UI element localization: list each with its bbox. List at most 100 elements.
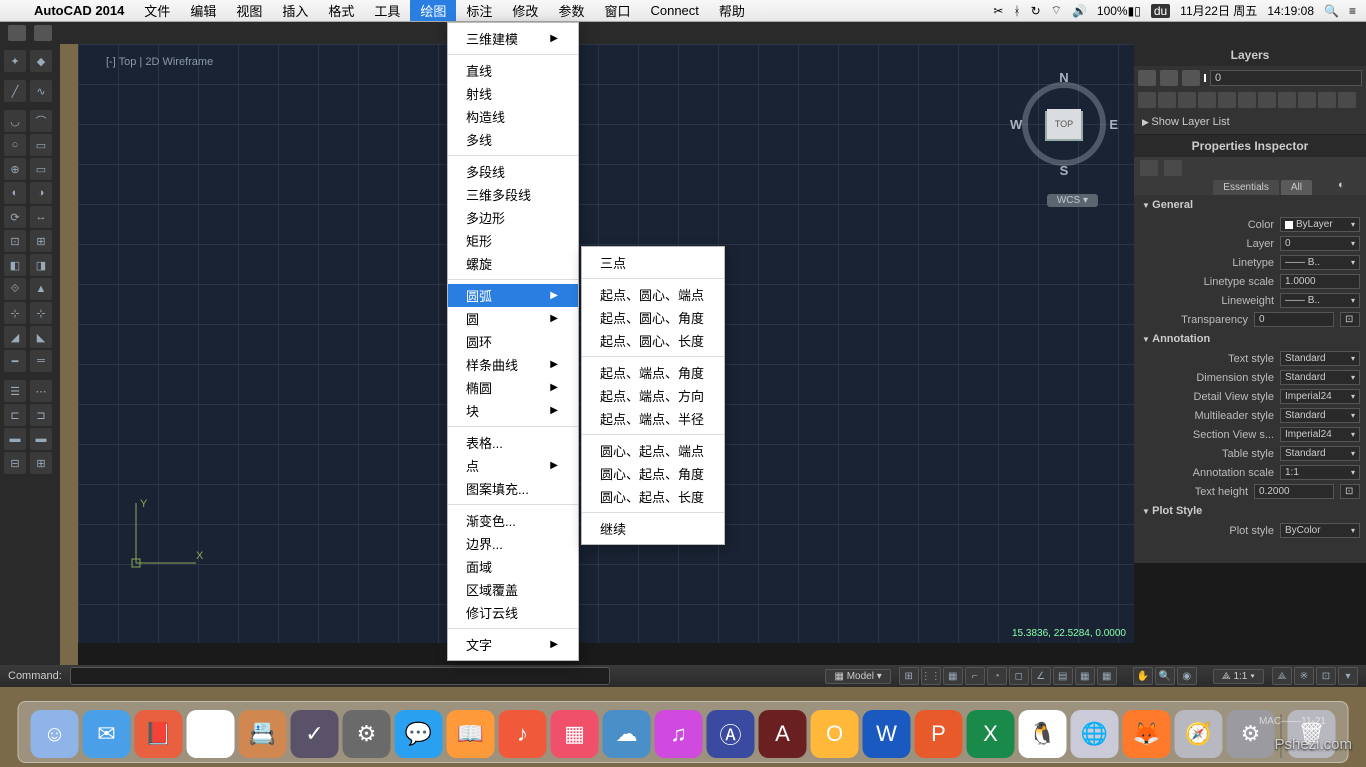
menu-格式[interactable]: 格式 <box>318 0 364 21</box>
menu-item[interactable]: 椭圆▶ <box>448 376 578 399</box>
tool-button[interactable]: ↔ <box>30 206 52 228</box>
menu-item[interactable]: 螺旋 <box>448 252 578 275</box>
layer-current-input[interactable] <box>1210 70 1362 86</box>
status-button[interactable]: ⌐ <box>965 667 985 685</box>
dock-app[interactable]: 📕 <box>135 710 183 758</box>
tool-button[interactable]: ⊹ <box>30 302 52 324</box>
dock-app[interactable]: 22 <box>187 710 235 758</box>
viewcube-south[interactable]: S <box>1060 163 1069 178</box>
zoom-button[interactable]: 🔍 <box>1155 667 1175 685</box>
section-annotation[interactable]: Annotation <box>1134 329 1366 349</box>
status-button[interactable]: ◻ <box>1009 667 1029 685</box>
dock-app[interactable]: 📖 <box>447 710 495 758</box>
dock-app[interactable]: 💬 <box>395 710 443 758</box>
tool-button[interactable]: ▬ <box>30 428 52 450</box>
menu-工具[interactable]: 工具 <box>364 0 410 21</box>
dock-app[interactable]: X <box>967 710 1015 758</box>
menu-item[interactable]: 起点、端点、角度 <box>582 361 724 384</box>
dock-app[interactable]: 🧭 <box>1175 710 1223 758</box>
tool-button[interactable]: ⊕ <box>4 158 26 180</box>
dock-app[interactable]: 🌐 <box>1071 710 1119 758</box>
tool-button[interactable]: ⊞ <box>30 230 52 252</box>
status-button[interactable]: ▾ <box>1338 667 1358 685</box>
dock-app[interactable]: 📇 <box>239 710 287 758</box>
notification-center-icon[interactable]: ≡ <box>1349 4 1356 18</box>
tool-button[interactable]: ⟳ <box>4 206 26 228</box>
property-value[interactable]: —— B.. <box>1280 255 1360 270</box>
bluetooth-icon[interactable]: ᚼ <box>1013 4 1020 18</box>
section-plot[interactable]: Plot Style <box>1134 501 1366 521</box>
props-picker-icon[interactable]: ◐ <box>1338 179 1356 195</box>
volume-icon[interactable]: 🔊 <box>1072 4 1087 18</box>
status-button[interactable]: ⊡ <box>1316 667 1336 685</box>
menu-item[interactable]: 边界... <box>448 532 578 555</box>
menu-item[interactable]: 圆心、起点、长度 <box>582 485 724 508</box>
dock-app[interactable]: ♪ <box>499 710 547 758</box>
scissors-icon[interactable]: ✂ <box>993 4 1003 18</box>
tool-button[interactable]: ◑ <box>30 182 52 204</box>
tab-all[interactable]: All <box>1281 180 1312 195</box>
status-button[interactable]: ⋮⋮ <box>921 667 941 685</box>
layer-tool-button[interactable] <box>1158 92 1176 108</box>
menu-参数[interactable]: 参数 <box>548 0 594 21</box>
tool-button[interactable]: ═ <box>30 350 52 372</box>
menu-item[interactable]: 起点、端点、半径 <box>582 407 724 430</box>
qat-button[interactable] <box>8 25 26 41</box>
layer-button[interactable] <box>1182 70 1200 86</box>
tool-button[interactable]: ⊡ <box>4 230 26 252</box>
status-button[interactable]: ※ <box>1294 667 1314 685</box>
viewcube-west[interactable]: W <box>1010 117 1022 132</box>
menu-item[interactable]: 图案填充... <box>448 477 578 500</box>
status-button[interactable]: ◔ <box>987 667 1007 685</box>
status-button[interactable]: ⊞ <box>899 667 919 685</box>
annotation-scale[interactable]: ⟁ 1:1 ▾ <box>1213 669 1264 684</box>
menu-编辑[interactable]: 编辑 <box>180 0 226 21</box>
dock-app[interactable]: ♫ <box>655 710 703 758</box>
menu-item[interactable]: 多段线 <box>448 160 578 183</box>
menu-item[interactable]: 直线 <box>448 59 578 82</box>
dock-app[interactable]: ▦ <box>551 710 599 758</box>
dock-app[interactable]: 🐧 <box>1019 710 1067 758</box>
wifi-icon[interactable]: ⌔ <box>1051 3 1062 18</box>
model-space-button[interactable]: ▦ Model ▾ <box>825 669 890 684</box>
tool-button[interactable]: ○ <box>4 134 26 156</box>
props-icon[interactable] <box>1164 160 1182 176</box>
tool-button[interactable]: ✦ <box>4 50 26 72</box>
tool-button[interactable]: ⊏ <box>4 404 26 426</box>
menu-item[interactable]: 圆▶ <box>448 307 578 330</box>
tool-button[interactable]: ⊹ <box>4 302 26 324</box>
menu-item[interactable]: 继续 <box>582 517 724 540</box>
dock-app[interactable]: P <box>915 710 963 758</box>
menu-item[interactable]: 圆心、起点、角度 <box>582 462 724 485</box>
menu-item[interactable]: 起点、端点、方向 <box>582 384 724 407</box>
menu-item[interactable]: 三维多段线 <box>448 183 578 206</box>
menu-Connect[interactable]: Connect <box>640 0 708 21</box>
property-value[interactable]: Standard <box>1280 446 1360 461</box>
menu-标注[interactable]: 标注 <box>456 0 502 21</box>
status-button[interactable]: ∠ <box>1031 667 1051 685</box>
sync-icon[interactable]: ↻ <box>1031 4 1041 18</box>
tool-button[interactable]: ☰ <box>4 380 26 402</box>
layer-tool-button[interactable] <box>1178 92 1196 108</box>
dock-app[interactable]: ⚙ <box>343 710 391 758</box>
menu-item[interactable]: 起点、圆心、角度 <box>582 306 724 329</box>
dock-app[interactable]: ☁ <box>603 710 651 758</box>
dock-app[interactable]: 🦊 <box>1123 710 1171 758</box>
menu-item[interactable]: 三点 <box>582 251 724 274</box>
menu-item[interactable]: 渐变色... <box>448 509 578 532</box>
layer-tool-button[interactable] <box>1258 92 1276 108</box>
menu-文件[interactable]: 文件 <box>134 0 180 21</box>
tool-button[interactable]: ◡ <box>4 110 26 132</box>
property-value[interactable]: Standard <box>1280 408 1360 423</box>
menu-item[interactable]: 区域覆盖 <box>448 578 578 601</box>
layer-tool-button[interactable] <box>1338 92 1356 108</box>
status-button[interactable]: ▦ <box>943 667 963 685</box>
layer-tool-button[interactable] <box>1318 92 1336 108</box>
menu-item[interactable]: 起点、圆心、长度 <box>582 329 724 352</box>
tool-button[interactable]: ⌒ <box>30 110 52 132</box>
menu-item[interactable]: 矩形 <box>448 229 578 252</box>
tool-button[interactable]: ━ <box>4 350 26 372</box>
du-icon[interactable]: du <box>1151 4 1170 18</box>
property-value[interactable]: 1.0000 <box>1280 274 1360 289</box>
qat-button[interactable] <box>34 25 52 41</box>
